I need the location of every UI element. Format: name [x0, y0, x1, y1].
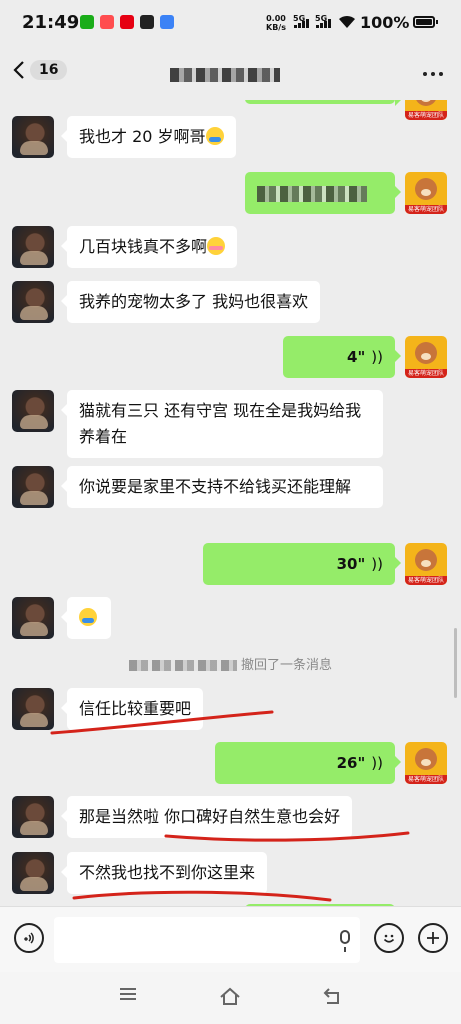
- home-icon[interactable]: [218, 986, 242, 1006]
- more-actions-button[interactable]: [418, 923, 448, 953]
- battery-percent: 100%: [360, 13, 410, 32]
- message-list[interactable]: 易客萌宠团队 我也才 20 岁啊哥 易客萌宠团队 几百块钱真不多啊 我养的宠物太…: [0, 100, 461, 906]
- more-button[interactable]: [423, 72, 443, 76]
- chat-title-redacted: [170, 68, 280, 82]
- message-input[interactable]: [54, 917, 360, 963]
- app-notification-icon: [100, 15, 114, 29]
- app-notification-icon: [160, 15, 174, 29]
- app-notification-icon: [80, 15, 94, 29]
- net-speed: 0.00 KB/s: [266, 14, 286, 32]
- chevron-left-icon: [13, 61, 24, 79]
- system-nav-bar: [0, 972, 461, 1024]
- notification-icons: [80, 15, 174, 29]
- mic-icon[interactable]: [340, 930, 350, 952]
- app-notification-icon: [140, 15, 154, 29]
- voice-wave-icon: [24, 932, 34, 944]
- status-time: 21:49: [22, 12, 80, 33]
- plus-icon: [427, 932, 439, 944]
- emoji-button[interactable]: [374, 923, 404, 953]
- smiley-icon: [383, 934, 395, 943]
- more-dots-icon: [423, 72, 427, 76]
- voice-input-button[interactable]: [14, 923, 44, 953]
- chat-header: 16: [0, 46, 461, 100]
- back-button[interactable]: 16: [12, 60, 68, 80]
- unread-count-badge: 16: [30, 60, 68, 80]
- status-bar: 21:49 0.00 KB/s 5G 5G 100%: [0, 0, 461, 46]
- back-nav-icon[interactable]: [322, 986, 344, 1006]
- battery-icon: [413, 16, 438, 28]
- menu-icon[interactable]: [118, 986, 138, 1002]
- signal-icon: [316, 19, 331, 28]
- scrollbar[interactable]: [454, 628, 457, 698]
- input-bar: [0, 906, 461, 973]
- app-notification-icon: [120, 15, 134, 29]
- annotation-strokes: [50, 710, 410, 902]
- wifi-icon: [339, 15, 355, 28]
- signal-icon: [294, 19, 309, 28]
